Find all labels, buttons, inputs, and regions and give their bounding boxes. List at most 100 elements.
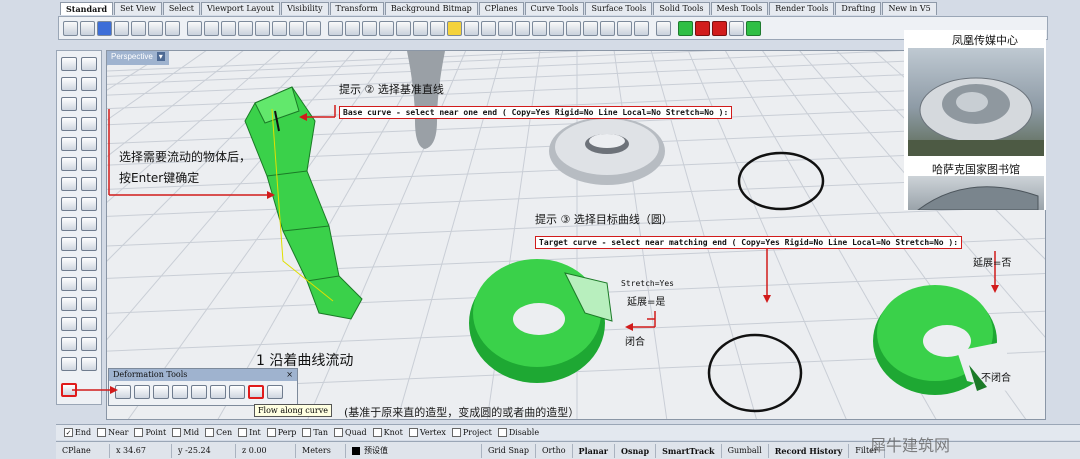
point-icon[interactable] <box>81 57 97 71</box>
status-cplane[interactable]: CPlane <box>56 443 110 458</box>
green-circle-icon[interactable] <box>746 20 761 36</box>
paste-icon[interactable] <box>165 20 180 36</box>
status-grid-snap[interactable]: Grid Snap <box>482 443 536 458</box>
osnap-disable[interactable]: Disable <box>497 428 539 437</box>
group-icon[interactable] <box>566 20 581 36</box>
plugin-icon[interactable] <box>729 20 744 36</box>
lock-icon[interactable] <box>515 20 530 36</box>
array-icon[interactable] <box>81 277 97 291</box>
hide-icon[interactable] <box>532 20 547 36</box>
circle-icon[interactable] <box>61 97 77 111</box>
curve-icon[interactable] <box>81 77 97 91</box>
box-icon[interactable] <box>61 197 77 211</box>
help-icon[interactable] <box>656 20 671 36</box>
osnap-end[interactable]: ✓ End <box>64 428 91 437</box>
scale-icon[interactable] <box>396 20 411 36</box>
bend-icon[interactable] <box>134 385 150 399</box>
osnap-quad[interactable]: Quad <box>334 428 367 437</box>
osnap-perp[interactable]: Perp <box>266 428 296 437</box>
join-icon[interactable] <box>61 277 77 291</box>
checkbox-icon[interactable] <box>172 428 182 437</box>
deformation-tools-titlebar[interactable]: Deformation Tools × <box>109 369 297 381</box>
split-icon[interactable] <box>81 257 97 271</box>
status-layer[interactable]: 预设值 <box>346 443 482 458</box>
print-icon[interactable] <box>114 20 129 36</box>
select-icon[interactable] <box>345 20 360 36</box>
pan-hand-icon[interactable] <box>204 20 219 36</box>
osnap-vertex[interactable]: Vertex <box>408 428 446 437</box>
osnap-int[interactable]: Int <box>238 428 261 437</box>
render-tool-icon[interactable] <box>81 357 97 371</box>
sphere-icon[interactable] <box>81 177 97 191</box>
show-icon[interactable] <box>549 20 564 36</box>
trim-icon[interactable] <box>61 257 77 271</box>
checkbox-icon[interactable] <box>372 428 382 437</box>
checkbox-icon[interactable] <box>408 428 418 437</box>
tab-mesh-tools[interactable]: Mesh Tools <box>710 2 769 15</box>
rectangle-icon[interactable] <box>81 117 97 131</box>
chevron-down-icon[interactable]: ▾ <box>156 52 165 61</box>
object-properties-icon[interactable] <box>430 20 445 36</box>
new-file-icon[interactable] <box>63 20 78 36</box>
red-plugin-icon[interactable] <box>695 20 710 36</box>
tab-select[interactable]: Select <box>162 2 201 15</box>
checkbox-icon[interactable] <box>205 428 215 437</box>
status-smarttrack[interactable]: SmartTrack <box>656 443 722 458</box>
splop-icon[interactable] <box>191 385 207 399</box>
mirror-icon[interactable] <box>61 337 77 351</box>
save-icon[interactable] <box>97 20 112 36</box>
fillet-icon[interactable] <box>61 157 77 171</box>
tab-set-view[interactable]: Set View <box>114 2 162 15</box>
distance-icon[interactable] <box>617 20 632 36</box>
stretch-icon[interactable] <box>210 385 226 399</box>
status-planar[interactable]: Planar <box>573 443 615 458</box>
boolean-icon[interactable] <box>61 237 77 251</box>
osnap-near[interactable]: Near <box>97 428 128 437</box>
osnap-project[interactable]: Project <box>451 428 492 437</box>
checkbox-icon[interactable] <box>97 428 107 437</box>
tab-cplanes[interactable]: CPlanes <box>478 2 524 15</box>
rotate-icon[interactable] <box>379 20 394 36</box>
cylinder-icon[interactable] <box>61 217 77 231</box>
layer-icon[interactable] <box>413 20 428 36</box>
checkbox-icon[interactable] <box>134 428 144 437</box>
extrude-icon[interactable] <box>81 197 97 211</box>
scale-tool-icon[interactable] <box>81 337 97 351</box>
zoom-selected-icon[interactable] <box>289 20 304 36</box>
checkbox-icon[interactable] <box>302 428 312 437</box>
tab-viewport-layout[interactable]: Viewport Layout <box>201 2 281 15</box>
analyze-tool-icon[interactable] <box>61 357 77 371</box>
environment-icon[interactable] <box>498 20 513 36</box>
rotate-view-icon[interactable] <box>221 20 236 36</box>
analyze-icon[interactable] <box>600 20 615 36</box>
materials-icon[interactable] <box>481 20 496 36</box>
status-ortho[interactable]: Ortho <box>536 443 573 458</box>
tab-standard[interactable]: Standard <box>60 2 114 15</box>
zoom-extents-icon[interactable] <box>272 20 287 36</box>
checkbox-icon[interactable] <box>238 428 248 437</box>
maelstrom-icon[interactable] <box>229 385 245 399</box>
render-icon[interactable] <box>464 20 479 36</box>
offset-icon[interactable] <box>81 157 97 171</box>
tab-surface-tools[interactable]: Surface Tools <box>585 2 653 15</box>
tab-new-in-v5[interactable]: New in V5 <box>882 2 937 15</box>
car-icon[interactable] <box>328 20 343 36</box>
four-viewports-icon[interactable] <box>306 20 321 36</box>
osnap-point[interactable]: Point <box>134 428 166 437</box>
polygon-icon[interactable] <box>61 137 77 151</box>
dimension-tool-icon[interactable] <box>81 317 97 331</box>
ellipse-icon[interactable] <box>61 117 77 131</box>
move-tool-icon[interactable] <box>61 297 77 311</box>
status-record-history[interactable]: Record History <box>769 443 850 458</box>
grasshopper-icon[interactable] <box>678 20 693 36</box>
explode-icon[interactable] <box>81 237 97 251</box>
copy-icon[interactable] <box>131 20 146 36</box>
select-arrow-icon[interactable] <box>61 57 77 71</box>
tab-drafting[interactable]: Drafting <box>835 2 882 15</box>
checkbox-checked-icon[interactable]: ✓ <box>64 428 73 437</box>
surface-icon[interactable] <box>61 177 77 191</box>
dimension-icon[interactable] <box>634 20 649 36</box>
taper-icon[interactable] <box>153 385 169 399</box>
osnap-cen[interactable]: Cen <box>205 428 232 437</box>
polyline-icon[interactable] <box>61 77 77 91</box>
